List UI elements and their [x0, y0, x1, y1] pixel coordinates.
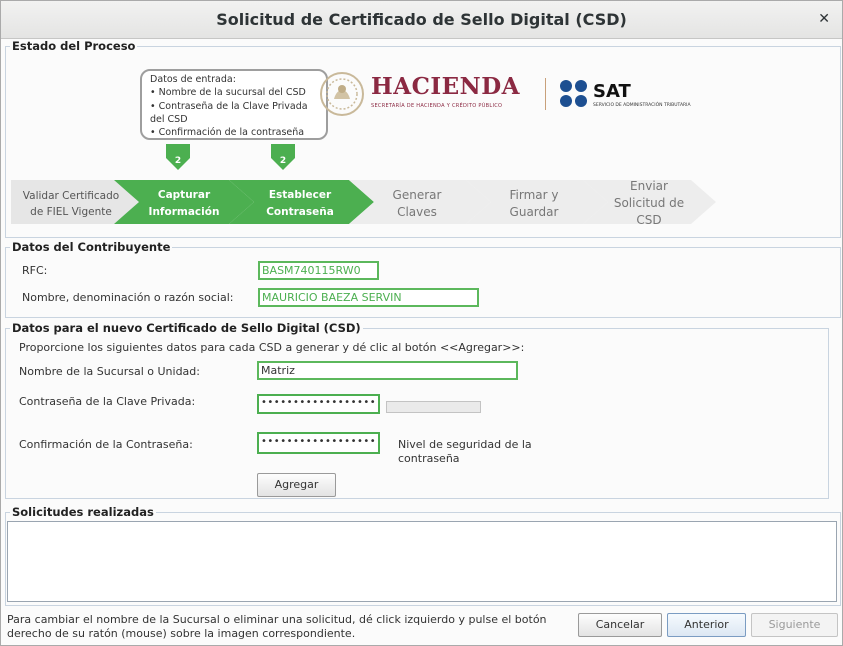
step-line: Contraseña: [266, 206, 334, 218]
footer-hint-line: Para cambiar el nombre de la Sucursal o …: [7, 613, 547, 626]
step-line: CSD: [636, 213, 662, 227]
logo-divider: [545, 78, 546, 110]
sat-title: SAT: [593, 81, 631, 102]
strength-label-line: Nivel de seguridad de la: [398, 438, 532, 451]
sucursal-label: Nombre de la Sucursal o Unidad:: [19, 365, 200, 378]
taxpayer-legend: Datos del Contribuyente: [10, 240, 173, 254]
step-line: Enviar: [630, 179, 668, 193]
nombre-label: Nombre, denominación o razón social:: [22, 291, 234, 304]
confirm-input[interactable]: ••••••••••••••••••: [257, 432, 380, 454]
cancel-button[interactable]: Cancelar: [578, 613, 662, 637]
password-strength-bar: [386, 401, 481, 413]
rfc-field: BASM740115RW0: [258, 261, 379, 280]
step-generar: Generar Claves: [361, 187, 473, 221]
step-line: Validar Certificado: [22, 190, 120, 202]
rfc-label: RFC:: [22, 264, 48, 277]
requests-list[interactable]: [7, 521, 837, 602]
step-validar: Validar Certificado de FIEL Vigente: [16, 188, 126, 220]
confirm-label: Confirmación de la Contraseña:: [19, 438, 193, 451]
step-line: Claves: [397, 205, 437, 219]
bubble-line: • Contraseña de la Clave Privada: [150, 100, 308, 112]
step-line: Solicitud de: [613, 196, 685, 210]
process-status-legend: Estado del Proceso: [10, 39, 138, 53]
step-line: de FIEL Vigente: [30, 206, 112, 218]
next-button[interactable]: Siguiente: [751, 613, 838, 637]
add-button[interactable]: Agregar: [257, 473, 336, 497]
step-line: Firmar y: [509, 188, 559, 202]
step-marker-icon: 2: [269, 144, 297, 172]
footer-hint: Para cambiar el nombre de la Sucursal o …: [7, 613, 547, 641]
step-marker-icon: 2: [164, 144, 192, 172]
footer-hint-line: derecho de su ratón (mouse) sobre la ima…: [7, 627, 356, 640]
bubble-line: • Nombre de la sucursal del CSD: [150, 87, 306, 99]
sucursal-input[interactable]: [257, 361, 518, 380]
csd-instructions: Proporcione los siguientes datos para ca…: [19, 341, 525, 354]
dialog-window: Solicitud de Certificado de Sello Digita…: [0, 0, 843, 646]
step-line: Información: [148, 206, 220, 218]
step-enviar: Enviar Solicitud de CSD: [593, 178, 705, 229]
taxpayer-group: Datos del Contribuyente: [5, 240, 841, 318]
back-button[interactable]: Anterior: [667, 613, 746, 637]
input-data-bubble: Datos de entrada: • Nombre de la sucursa…: [140, 69, 328, 140]
step-marker-number: 2: [174, 156, 182, 166]
sat-logo: SAT SERVICIO DE ADMINISTRACIÓN TRIBUTARI…: [559, 79, 709, 113]
step-line: Generar: [392, 188, 442, 202]
step-firmar: Firmar y Guardar: [478, 187, 590, 221]
password-label: Contraseña de la Clave Privada:: [19, 395, 196, 408]
bubble-line: • Confirmación de la contraseña: [150, 127, 305, 139]
step-line: Guardar: [509, 205, 559, 219]
sat-dots-icon: [560, 80, 587, 107]
step-line: Capturar: [157, 189, 211, 201]
strength-label-line: contraseña: [398, 452, 460, 465]
close-icon[interactable]: ✕: [818, 11, 830, 27]
requests-legend: Solicitudes realizadas: [10, 505, 156, 519]
bubble-line: del CSD: [150, 113, 188, 125]
hacienda-subtitle: SECRETARÍA DE HACIENDA Y CRÉDITO PÚBLICO: [371, 103, 503, 109]
password-input[interactable]: ••••••••••••••••••: [257, 394, 380, 414]
nombre-field: MAURICIO BAEZA SERVIN: [258, 288, 479, 307]
mexico-seal-icon: [320, 72, 364, 116]
hacienda-title: HACIENDA: [371, 73, 520, 100]
strength-label: Nivel de seguridad de la contraseña: [398, 438, 532, 466]
bubble-header: Datos de entrada:: [150, 74, 236, 85]
csd-data-legend: Datos para el nuevo Certificado de Sello…: [10, 321, 363, 335]
hacienda-logo: HACIENDA SECRETARÍA DE HACIENDA Y CRÉDIT…: [319, 71, 529, 119]
step-establecer: Establecer Contraseña: [244, 187, 356, 221]
step-capturar: Capturar Información: [129, 187, 239, 221]
step-marker-number: 2: [279, 156, 287, 166]
title-bar: Solicitud de Certificado de Sello Digita…: [1, 1, 842, 39]
step-line: Establecer: [268, 189, 332, 201]
sat-subtitle: SERVICIO DE ADMINISTRACIÓN TRIBUTARIA: [593, 103, 691, 108]
window-title: Solicitud de Certificado de Sello Digita…: [216, 10, 627, 29]
